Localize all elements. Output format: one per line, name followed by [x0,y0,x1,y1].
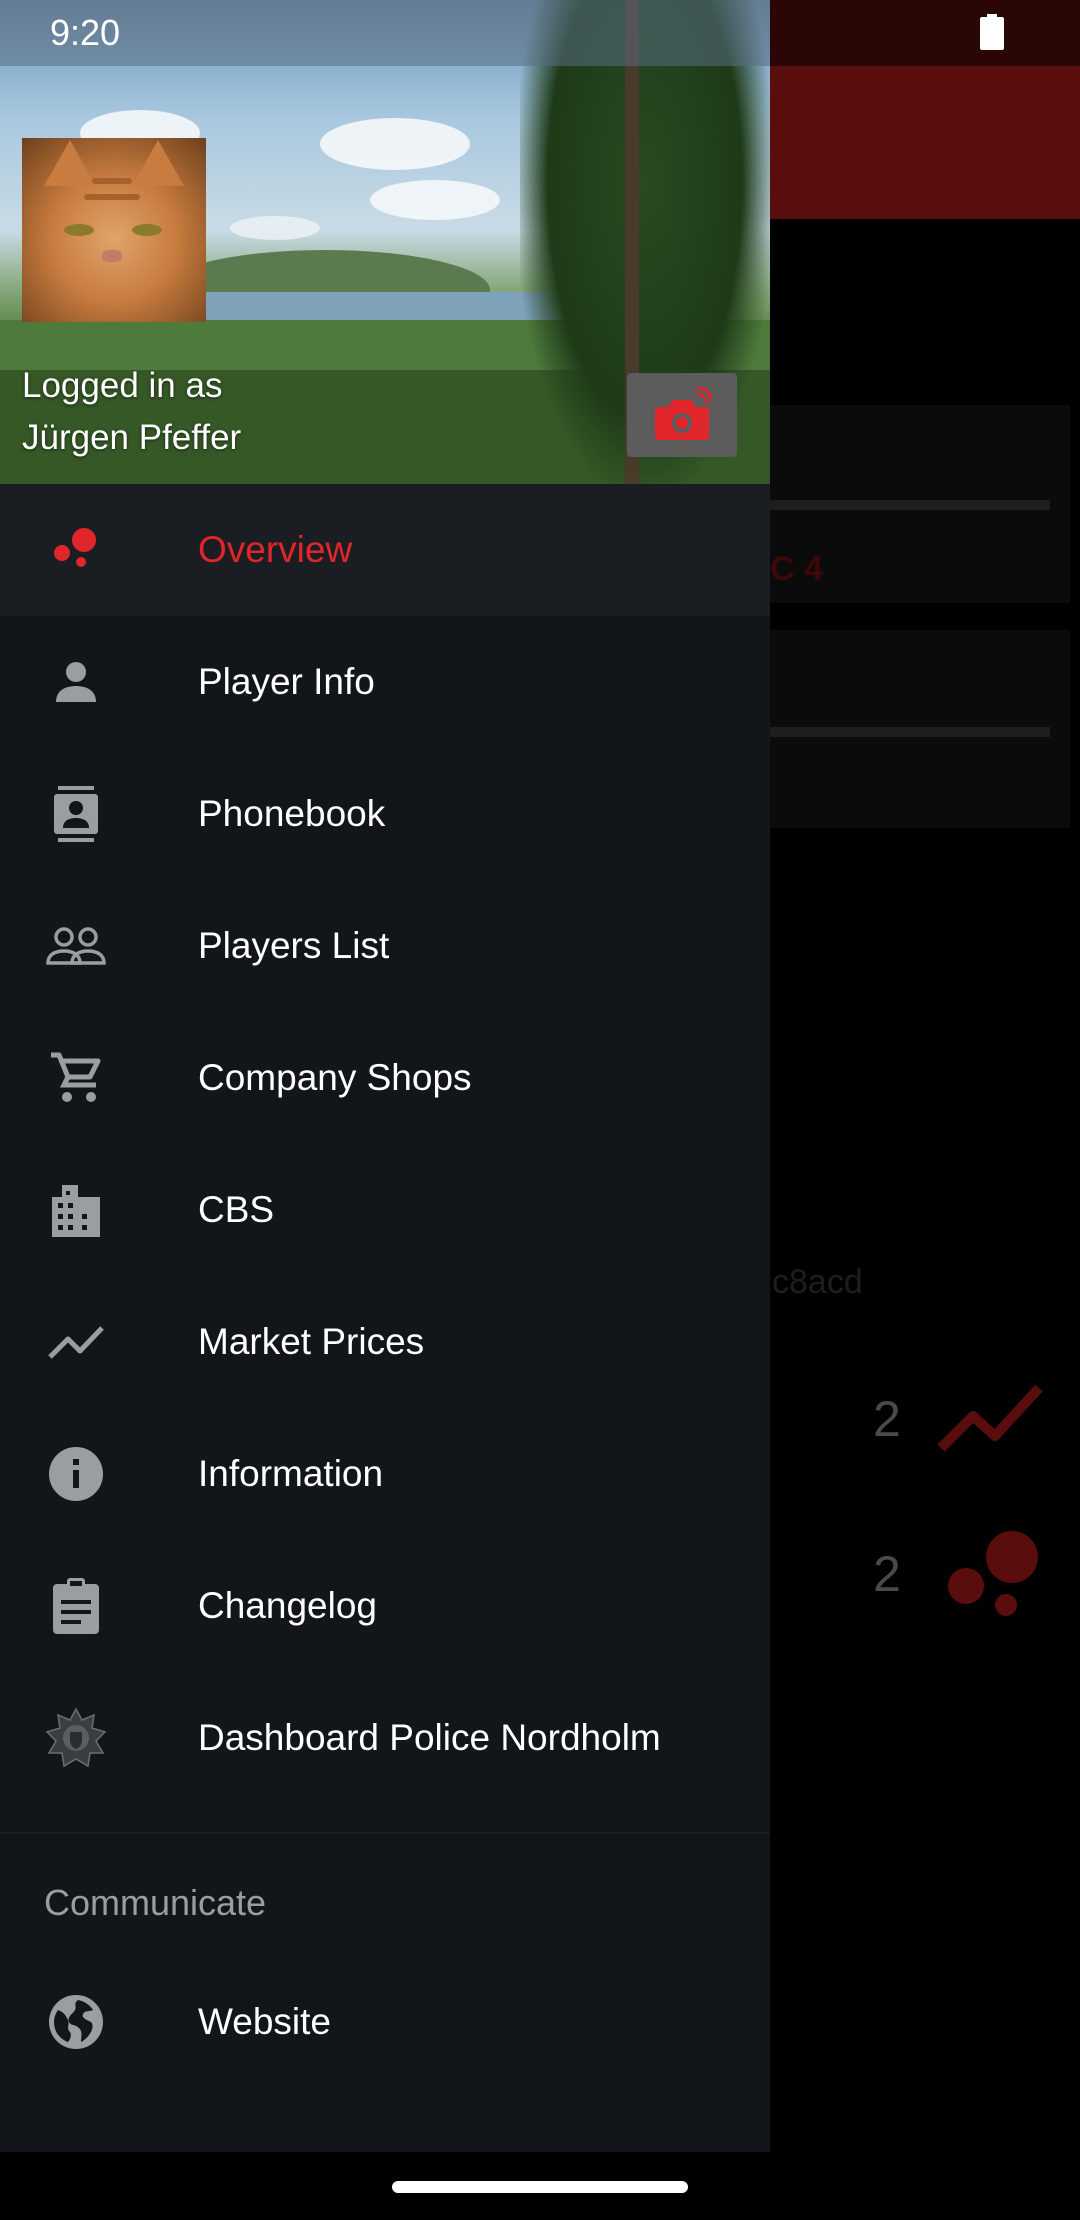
avatar-eye [64,224,94,236]
building-icon [44,1184,108,1237]
hash-text: c8acd [772,1263,863,1301]
bubbles-icon [948,1531,1038,1616]
trend-line-icon [937,1384,1043,1452]
menu-item-label: Player Info [198,661,375,702]
menu-item-dashboard-police[interactable]: Dashboard Police Nordholm [0,1672,770,1804]
user-name: Jürgen Pfeffer [22,418,242,457]
avatar-ear [132,140,184,186]
avatar-nose [102,250,122,262]
card-progress-bar [770,500,1050,510]
people-outline-icon [44,920,108,972]
cloud [320,118,470,170]
menu-item-changelog[interactable]: Changelog [0,1540,770,1672]
card-title: C 4 [770,550,823,588]
avatar-eye [132,224,162,236]
navigation-drawer: Logged in as Jürgen Pfeffer Overview Pla… [0,0,770,2152]
menu-item-label: CBS [198,1189,275,1230]
drawer-header: Logged in as Jürgen Pfeffer [0,0,770,484]
cloud [370,180,500,220]
logged-in-info: Logged in as Jürgen Pfeffer [22,360,241,464]
menu-item-label: Website [198,2001,331,2042]
bubbles-icon [44,524,108,576]
card-progress-bar [770,727,1050,737]
section-header: Communicate [0,1846,770,1956]
menu-item-label: Overview [198,529,353,570]
avatar[interactable] [22,138,206,322]
menu-item-company-shops[interactable]: Company Shops [0,1012,770,1144]
shopping-cart-icon [44,1052,108,1104]
info-icon [44,1447,108,1501]
battery-full-icon [980,14,1004,50]
menu-item-label: Company Shops [198,1057,472,1098]
menu-item-cbs[interactable]: CBS [0,1144,770,1276]
person-icon [44,656,108,708]
contacts-icon [44,786,108,842]
system-navigation-bar [0,2152,1080,2220]
background-card: C 4 [770,405,1070,603]
menu-item-phonebook[interactable]: Phonebook [0,748,770,880]
menu-spacer [0,1804,770,1846]
background-card [770,630,1070,828]
menu-item-market-prices[interactable]: Market Prices [0,1276,770,1408]
cloud [230,216,320,240]
stat-value: 2 [873,1546,901,1602]
menu-item-overview[interactable]: Overview [0,484,770,616]
status-time: 9:20 [50,12,121,53]
menu-item-label: Information [198,1453,384,1494]
drawer-menu: Overview Player Info Phonebook Players L… [0,484,770,2088]
camera-switch-icon [655,387,712,440]
home-gesture-handle[interactable] [392,2181,688,2193]
trend-line-icon [44,1316,108,1368]
menu-item-player-info[interactable]: Player Info [0,616,770,748]
menu-item-label: Market Prices [198,1321,425,1362]
menu-item-label: Phonebook [198,793,386,834]
section-title: Communicate [44,1882,267,1923]
clipboard-icon [44,1578,108,1634]
avatar-stripe [92,178,132,184]
logged-in-label: Logged in as [22,366,223,405]
avatar-ear [44,140,96,186]
menu-item-label: Dashboard Police Nordholm [198,1717,661,1758]
globe-icon [44,1995,108,2049]
avatar-stripe [84,194,140,200]
menu-item-label: Changelog [198,1585,377,1626]
menu-item-players-list[interactable]: Players List [0,880,770,1012]
camera-button[interactable] [627,373,737,457]
menu-item-website[interactable]: Website [0,1956,770,2088]
police-badge-icon [44,1708,108,1768]
section-divider [0,1832,770,1834]
menu-item-information[interactable]: Information [0,1408,770,1540]
menu-item-label: Players List [198,925,390,966]
stat-value: 2 [873,1391,901,1447]
